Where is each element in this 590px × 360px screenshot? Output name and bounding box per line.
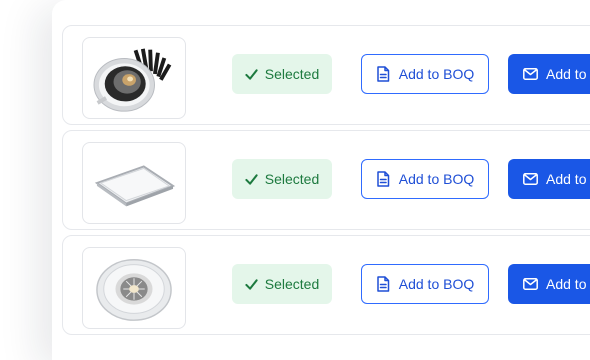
add-to-email-button[interactable]: Add to (508, 264, 590, 304)
check-icon (245, 278, 258, 290)
selected-label: Selected (264, 171, 320, 187)
document-icon (377, 66, 389, 82)
add-to-boq-label: Add to BOQ (398, 171, 475, 187)
selected-label: Selected (264, 276, 320, 292)
product-row: Selected Add to BOQ Add to (62, 25, 590, 125)
add-to-boq-button[interactable]: Add to BOQ (361, 54, 489, 94)
check-icon (245, 68, 258, 80)
mail-icon (523, 278, 538, 290)
selected-label: Selected (264, 66, 320, 82)
add-to-email-label: Add to (546, 171, 587, 187)
product-thumbnail[interactable] (82, 142, 186, 224)
recessed-downlight-product-image (93, 48, 172, 112)
product-thumbnail[interactable] (82, 37, 186, 119)
add-to-email-label: Add to (546, 66, 587, 82)
selected-badge: Selected (232, 54, 332, 94)
selected-badge: Selected (232, 159, 332, 199)
product-thumbnail[interactable] (82, 247, 186, 329)
product-row: Selected Add to BOQ Add to (62, 235, 590, 335)
square-panel-light-product-image (94, 165, 176, 207)
add-to-boq-label: Add to BOQ (398, 66, 475, 82)
round-downlight-product-image (96, 258, 172, 321)
document-icon (377, 276, 389, 292)
add-to-email-button[interactable]: Add to (508, 159, 590, 199)
add-to-boq-label: Add to BOQ (398, 276, 475, 292)
add-to-boq-button[interactable]: Add to BOQ (361, 159, 489, 199)
add-to-email-label: Add to (546, 276, 587, 292)
mail-icon (523, 173, 538, 185)
document-icon (377, 171, 389, 187)
product-row: Selected Add to BOQ Add to (62, 130, 590, 230)
check-icon (245, 173, 258, 185)
add-to-email-button[interactable]: Add to (508, 54, 590, 94)
mail-icon (523, 68, 538, 80)
selected-badge: Selected (232, 264, 332, 304)
add-to-boq-button[interactable]: Add to BOQ (361, 264, 489, 304)
